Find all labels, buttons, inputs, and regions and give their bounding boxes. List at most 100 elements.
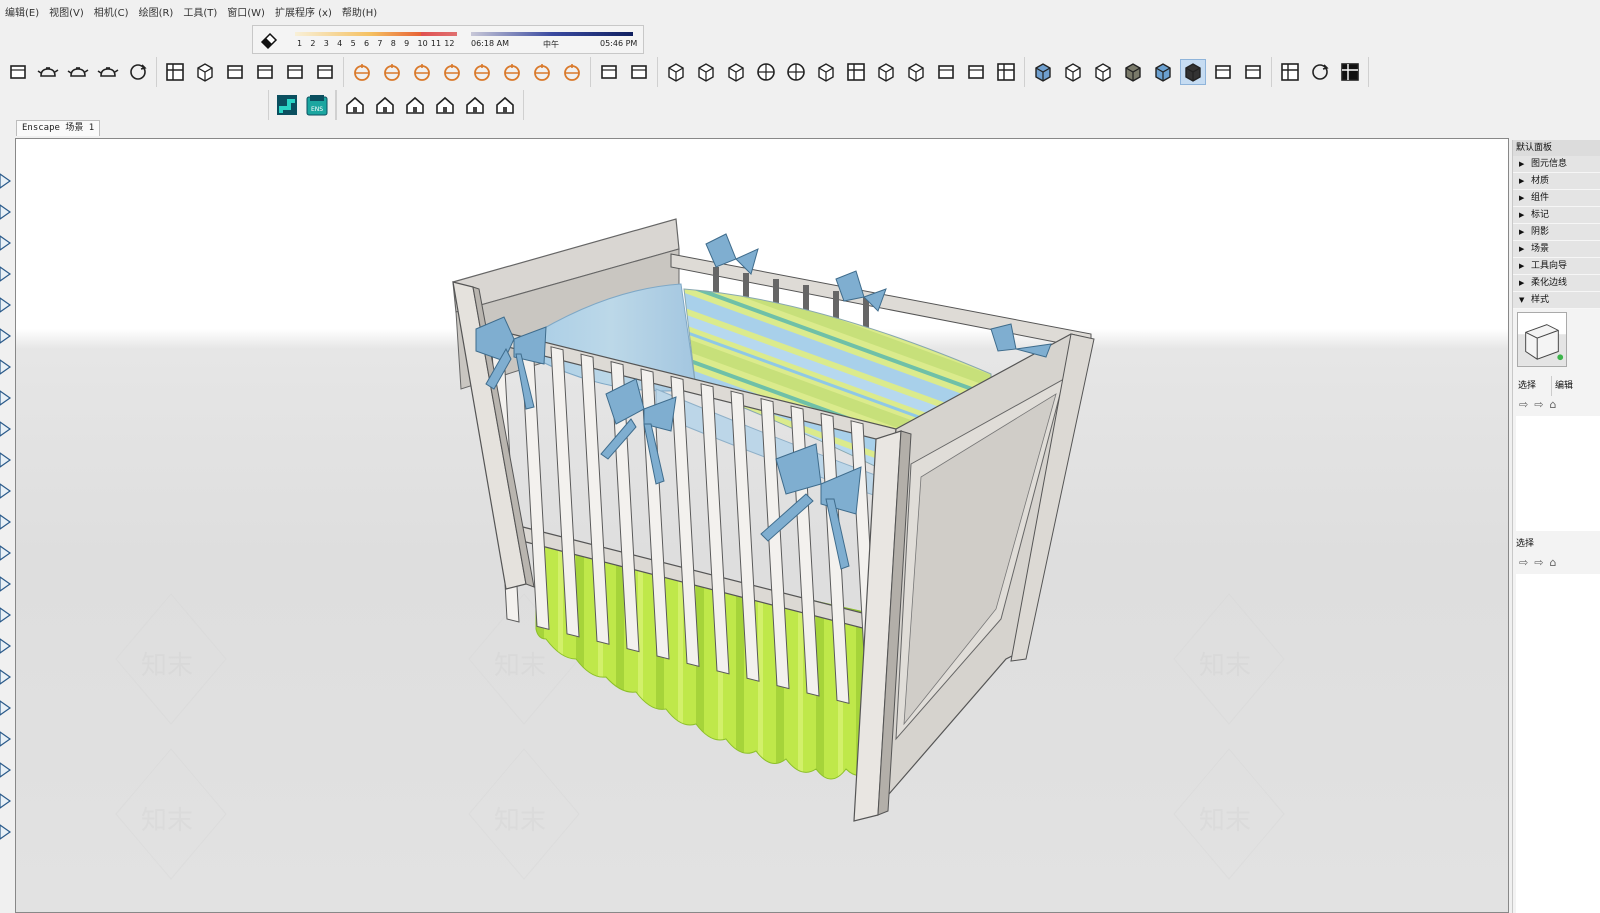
xray-icon[interactable]: [1030, 59, 1056, 85]
house-a-icon[interactable]: [342, 92, 368, 118]
edges-icon[interactable]: [1210, 59, 1236, 85]
mono-icon[interactable]: [1180, 59, 1206, 85]
ball2-icon[interactable]: [783, 59, 809, 85]
garage-icon[interactable]: [492, 92, 518, 118]
list-icon[interactable]: [1277, 59, 1303, 85]
home-outline-icon[interactable]: [462, 92, 488, 118]
cube-wire-icon[interactable]: [693, 59, 719, 85]
line-icon[interactable]: [0, 232, 14, 254]
layer-icon[interactable]: [843, 59, 869, 85]
style-thumbnail[interactable]: [1517, 312, 1567, 367]
spot-icon[interactable]: [469, 59, 495, 85]
extension-icon[interactable]: [0, 821, 14, 843]
menu-edit[interactable]: 编辑(E): [0, 6, 44, 22]
viewport-3d[interactable]: 知末 知末 知末 知末 知末 知末: [15, 138, 1509, 913]
wire-icon[interactable]: [1060, 59, 1086, 85]
home-icon[interactable]: ⌂: [1549, 556, 1556, 570]
tray-item[interactable]: ▶ 柔化边线: [1513, 275, 1600, 292]
profile-icon[interactable]: [1240, 59, 1266, 85]
circle-icon[interactable]: [0, 294, 14, 316]
time-slider-track[interactable]: [471, 32, 633, 36]
iso2-icon[interactable]: [903, 59, 929, 85]
pen-icon[interactable]: [963, 59, 989, 85]
enscape-ens-icon[interactable]: ENS: [304, 92, 330, 118]
cube-solid-icon[interactable]: [723, 59, 749, 85]
shadow-icon[interactable]: [596, 59, 622, 85]
position-icon[interactable]: [0, 759, 14, 781]
hidden-icon[interactable]: [1090, 59, 1116, 85]
text-icon[interactable]: [0, 573, 14, 595]
box-icon[interactable]: [192, 59, 218, 85]
enscape-logo-icon[interactable]: [274, 92, 300, 118]
pan-icon[interactable]: [0, 666, 14, 688]
table-icon[interactable]: [162, 59, 188, 85]
pushpull-icon[interactable]: [0, 387, 14, 409]
tray-item[interactable]: ▶ 图元信息: [1513, 156, 1600, 173]
menu-draw[interactable]: 绘图(R): [134, 6, 179, 22]
scale-icon[interactable]: [0, 480, 14, 502]
grass-icon[interactable]: [933, 59, 959, 85]
scene-tab[interactable]: Enscape 场景 1: [16, 120, 101, 136]
model-icon[interactable]: [1337, 59, 1363, 85]
globe-icon[interactable]: [559, 59, 585, 85]
zoom-icon[interactable]: [0, 697, 14, 719]
arc-icon[interactable]: [0, 325, 14, 347]
paint-icon[interactable]: [0, 604, 14, 626]
rect-icon[interactable]: [0, 263, 14, 285]
tray-item[interactable]: ▼ 样式: [1513, 292, 1600, 309]
teapot-icon[interactable]: [35, 59, 61, 85]
polygon-icon[interactable]: [0, 356, 14, 378]
section-icon[interactable]: [663, 59, 689, 85]
tab-select[interactable]: 选择: [1518, 376, 1536, 396]
tray-item[interactable]: ▶ 场景: [1513, 241, 1600, 258]
back-icon[interactable]: ⇨: [1519, 556, 1528, 570]
tape-icon[interactable]: [0, 542, 14, 564]
style-list[interactable]: [1516, 416, 1600, 531]
tray-item[interactable]: ▶ 材质: [1513, 173, 1600, 190]
hand-teapot-icon[interactable]: [65, 59, 91, 85]
home-icon[interactable]: ⌂: [1549, 398, 1556, 412]
rotate-icon[interactable]: [0, 449, 14, 471]
forward-icon[interactable]: ⇨: [1534, 398, 1543, 412]
shadow-toggle-icon[interactable]: [259, 30, 279, 50]
frame-icon[interactable]: [222, 59, 248, 85]
pattern-icon[interactable]: [626, 59, 652, 85]
camera-settings-icon[interactable]: [349, 59, 375, 85]
back-icon[interactable]: ⇨: [1519, 398, 1528, 412]
orbit-icon[interactable]: [125, 59, 151, 85]
ring-icon[interactable]: [1307, 59, 1333, 85]
tray-item[interactable]: ▶ 工具向导: [1513, 258, 1600, 275]
shape-icon[interactable]: [282, 59, 308, 85]
tray-item[interactable]: ▶ 阴影: [1513, 224, 1600, 241]
sphere-light-icon[interactable]: [409, 59, 435, 85]
menu-help[interactable]: 帮助(H): [337, 6, 382, 22]
sun-icon[interactable]: [499, 59, 525, 85]
orbit-tool-icon[interactable]: [0, 635, 14, 657]
iso-icon[interactable]: [873, 59, 899, 85]
menu-view[interactable]: 视图(V): [44, 6, 89, 22]
walk-icon[interactable]: [0, 728, 14, 750]
menu-camera[interactable]: 相机(C): [89, 6, 134, 22]
tray-item[interactable]: ▶ 标记: [1513, 207, 1600, 224]
tab-edit[interactable]: 编辑: [1551, 376, 1573, 396]
grid-icon[interactable]: [993, 59, 1019, 85]
menu-extensions[interactable]: 扩展程序 (x): [270, 6, 337, 22]
cone-icon[interactable]: [439, 59, 465, 85]
eraser-icon[interactable]: [0, 201, 14, 223]
menu-tools[interactable]: 工具(T): [178, 6, 222, 22]
style-list-2[interactable]: [1516, 574, 1600, 913]
shaded-icon[interactable]: [1120, 59, 1146, 85]
scene-icon[interactable]: [252, 59, 278, 85]
ball-icon[interactable]: [753, 59, 779, 85]
lamp-icon[interactable]: [379, 59, 405, 85]
rotate-teapot-icon[interactable]: [95, 59, 121, 85]
tray-item[interactable]: ▶ 组件: [1513, 190, 1600, 207]
door-icon[interactable]: [372, 92, 398, 118]
move-icon[interactable]: [0, 418, 14, 440]
section-tool-icon[interactable]: [0, 790, 14, 812]
roof-icon[interactable]: [432, 92, 458, 118]
dome-icon[interactable]: [529, 59, 555, 85]
lock-icon[interactable]: [312, 59, 338, 85]
menu-window[interactable]: 窗口(W): [222, 6, 270, 22]
select-icon[interactable]: [0, 170, 14, 192]
